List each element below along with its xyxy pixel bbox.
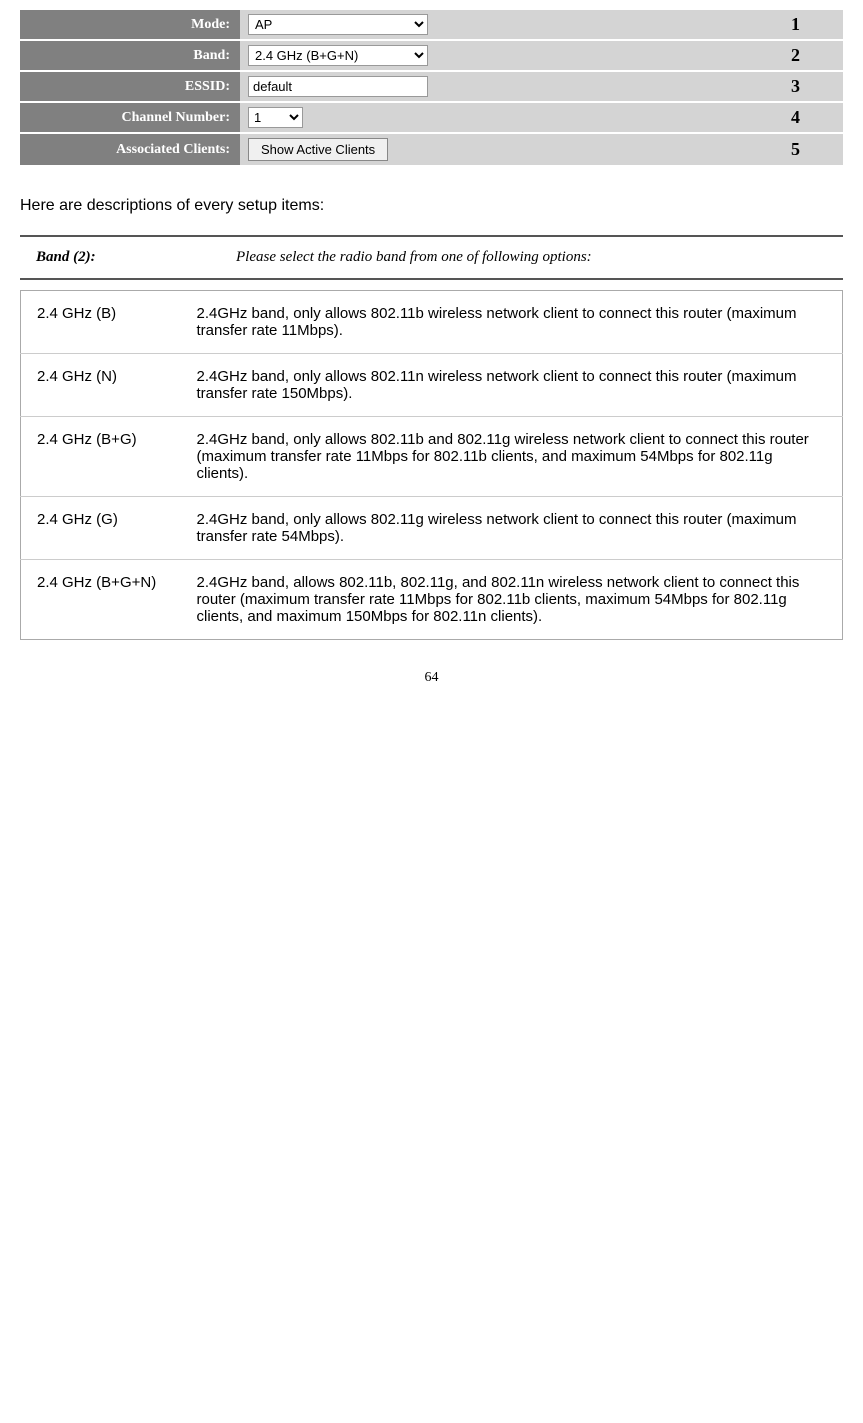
- form-number-2: 3: [783, 71, 843, 102]
- band-term: Band (2):: [20, 237, 220, 279]
- band-option-desc-0: 2.4GHz band, only allows 802.11b wireles…: [181, 291, 843, 354]
- form-number-0: 1: [783, 10, 843, 40]
- band-option-desc-4: 2.4GHz band, allows 802.11b, 802.11g, an…: [181, 560, 843, 640]
- form-select-small-3[interactable]: 1: [248, 107, 303, 128]
- form-number-1: 2: [783, 40, 843, 71]
- form-number-4: 5: [783, 133, 843, 166]
- band-option-desc-1: 2.4GHz band, only allows 802.11n wireles…: [181, 354, 843, 417]
- band-option-name-0: 2.4 GHz (B): [21, 291, 181, 354]
- description-heading: Here are descriptions of every setup ite…: [20, 197, 843, 215]
- form-input-2[interactable]: [248, 76, 428, 97]
- form-control-4: Show Active Clients: [240, 133, 783, 166]
- form-control-3: 1: [240, 102, 783, 133]
- form-label-3: Channel Number:: [20, 102, 240, 133]
- form-label-4: Associated Clients:: [20, 133, 240, 166]
- form-label-1: Band:: [20, 40, 240, 71]
- form-control-2: [240, 71, 783, 102]
- form-number-3: 4: [783, 102, 843, 133]
- form-label-2: ESSID:: [20, 71, 240, 102]
- band-option-name-4: 2.4 GHz (B+G+N): [21, 560, 181, 640]
- band-definition: Please select the radio band from one of…: [220, 237, 843, 279]
- band-option-name-2: 2.4 GHz (B+G): [21, 417, 181, 497]
- band-option-desc-3: 2.4GHz band, only allows 802.11g wireles…: [181, 497, 843, 560]
- form-control-1: 2.4 GHz (B+G+N): [240, 40, 783, 71]
- form-select-0[interactable]: AP: [248, 14, 428, 35]
- band-option-name-1: 2.4 GHz (N): [21, 354, 181, 417]
- band-options-table: 2.4 GHz (B)2.4GHz band, only allows 802.…: [20, 290, 843, 640]
- show-active-clients-button[interactable]: Show Active Clients: [248, 138, 388, 161]
- page-number: 64: [20, 670, 843, 686]
- settings-form: Mode: AP 1 Band: 2.4 GHz (B+G+N) 2 ESSID: 3 Chan…: [20, 10, 843, 167]
- band-option-desc-2: 2.4GHz band, only allows 802.11b and 802…: [181, 417, 843, 497]
- form-control-0: AP: [240, 10, 783, 40]
- band-description-table: Band (2): Please select the radio band f…: [20, 237, 843, 280]
- band-option-name-3: 2.4 GHz (G): [21, 497, 181, 560]
- form-label-0: Mode:: [20, 10, 240, 40]
- form-select-1[interactable]: 2.4 GHz (B+G+N): [248, 45, 428, 66]
